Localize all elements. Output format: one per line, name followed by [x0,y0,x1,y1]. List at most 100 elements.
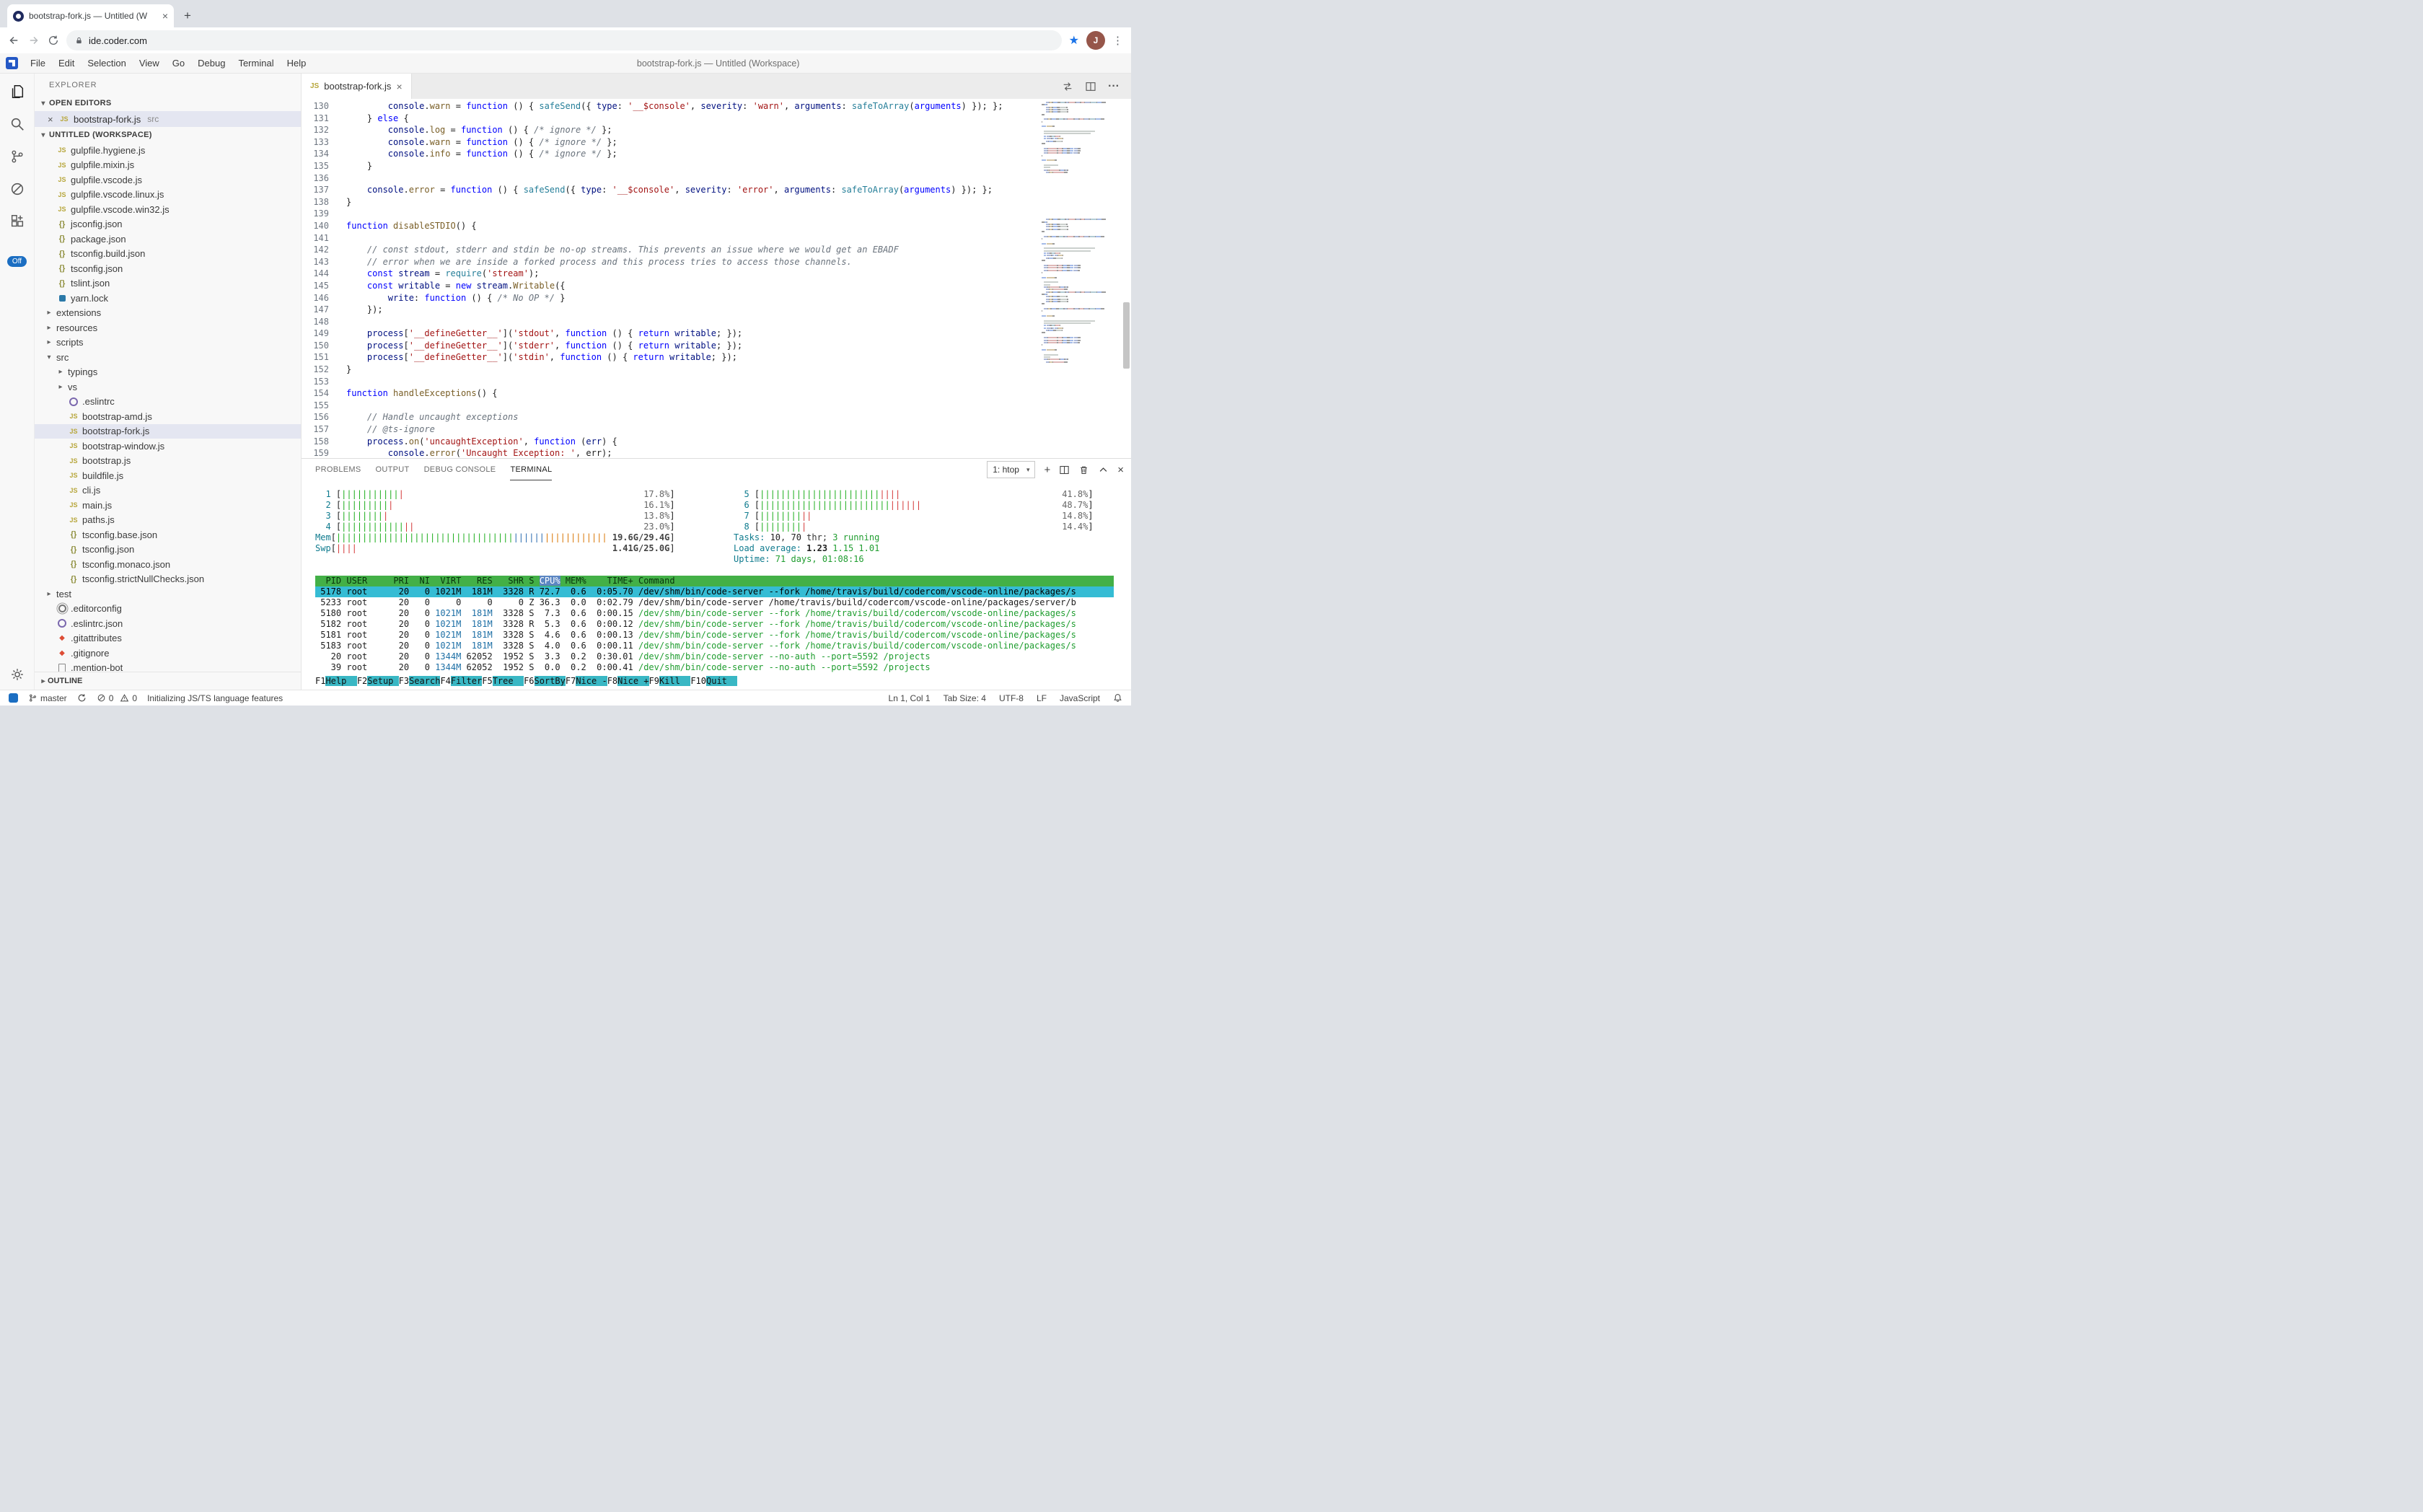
code-line[interactable]: 154function handleExceptions() { [302,387,1037,400]
lock-icon[interactable] [75,36,83,45]
tree-folder-scripts[interactable]: ▸scripts [35,335,301,351]
explorer-icon[interactable] [9,84,25,100]
tree-file-tsconfig.json[interactable]: {}tsconfig.json [35,261,301,276]
code-line[interactable]: 135 } [302,160,1037,172]
tree-file-bootstrap-amd.js[interactable]: JSbootstrap-amd.js [35,409,301,424]
code-line[interactable]: 148 [302,316,1037,328]
code-line[interactable]: 145 const writable = new stream.Writable… [302,280,1037,292]
remote-indicator-icon[interactable] [9,693,18,703]
tree-file-gulpfile.vscode.linux.js[interactable]: JSgulpfile.vscode.linux.js [35,188,301,203]
source-control-icon[interactable] [9,149,25,164]
tab-close-icon[interactable]: × [162,11,168,21]
code-line[interactable]: 138} [302,196,1037,208]
close-editor-icon[interactable]: × [48,114,55,125]
tree-folder-src[interactable]: ▾src [35,350,301,365]
menu-item-debug[interactable]: Debug [191,53,232,73]
menu-item-edit[interactable]: Edit [52,53,81,73]
tree-folder-test[interactable]: ▸test [35,586,301,602]
maximize-panel-icon[interactable] [1098,465,1109,475]
language-mode[interactable]: JavaScript [1060,693,1100,703]
code-line[interactable]: 157 // @ts-ignore [302,423,1037,436]
search-icon[interactable] [9,116,25,132]
code-line[interactable]: 142 // const stdout, stderr and stdin be… [302,244,1037,256]
menu-item-help[interactable]: Help [281,53,313,73]
code-line[interactable]: 133 console.warn = function () { /* igno… [302,136,1037,149]
tree-file-main.js[interactable]: JSmain.js [35,498,301,513]
editor-scrollbar[interactable] [1122,99,1131,458]
tree-file-.gitignore[interactable]: ◆.gitignore [35,646,301,661]
menu-item-file[interactable]: File [24,53,52,73]
terminal[interactable]: 1 [|||||||||||| 17.8%] 5 [||||||||||||||… [302,480,1131,690]
new-tab-button[interactable]: + [178,6,197,25]
open-editors-header[interactable]: ▾ OPEN EDITORS [35,95,301,111]
close-panel-icon[interactable]: × [1117,465,1124,475]
code-line[interactable]: 139 [302,208,1037,220]
code-line[interactable]: 147 }); [302,304,1037,316]
workspace-header[interactable]: ▾ UNTITLED (WORKSPACE) [35,127,301,143]
tree-file-tslint.json[interactable]: {}tslint.json [35,276,301,291]
reload-button[interactable] [48,35,59,46]
panel-tab-debug-console[interactable]: DEBUG CONSOLE [424,460,496,480]
tree-file-gulpfile.vscode.win32.js[interactable]: JSgulpfile.vscode.win32.js [35,202,301,217]
eol-setting[interactable]: LF [1037,693,1047,703]
code-line[interactable]: 137 console.error = function () { safeSe… [302,184,1037,196]
tree-file-.editorconfig[interactable]: .editorconfig [35,602,301,617]
settings-gear-icon[interactable] [9,667,25,682]
tree-file-gulpfile.vscode.js[interactable]: JSgulpfile.vscode.js [35,172,301,188]
menu-item-selection[interactable]: Selection [81,53,132,73]
back-button[interactable] [7,34,20,47]
split-terminal-icon[interactable] [1059,465,1070,475]
editor-tab-bootstrap-fork[interactable]: JS bootstrap-fork.js × [302,74,412,99]
menu-item-view[interactable]: View [133,53,166,73]
code-line[interactable]: 144 const stream = require('stream'); [302,268,1037,280]
tree-file-bootstrap-window.js[interactable]: JSbootstrap-window.js [35,439,301,454]
tree-folder-resources[interactable]: ▸resources [35,320,301,335]
code-line[interactable]: 152} [302,364,1037,376]
panel-tab-terminal[interactable]: TERMINAL [510,460,552,480]
tree-file-paths.js[interactable]: JSpaths.js [35,513,301,528]
outline-header[interactable]: ▸ OUTLINE [35,672,301,690]
code-line[interactable]: 155 [302,400,1037,412]
panel-tab-output[interactable]: OUTPUT [376,460,410,480]
tree-folder-vs[interactable]: ▸vs [35,379,301,395]
terminal-session-select[interactable]: 1: htop ▾ [987,461,1035,478]
close-tab-icon[interactable]: × [396,81,402,92]
code-line[interactable]: 141 [302,232,1037,245]
code-line[interactable]: 140function disableSTDIO() { [302,220,1037,232]
tree-file-.eslintrc.json[interactable]: .eslintrc.json [35,616,301,631]
minimap[interactable] [1042,102,1121,364]
code-line[interactable]: 150 process['__defineGetter__']('stderr'… [302,340,1037,352]
tree-file-bootstrap.js[interactable]: JSbootstrap.js [35,454,301,469]
encoding-setting[interactable]: UTF-8 [999,693,1024,703]
tree-file-yarn.lock[interactable]: yarn.lock [35,291,301,306]
tree-file-bootstrap-fork.js[interactable]: JSbootstrap-fork.js [35,424,301,439]
forward-button[interactable] [27,34,40,47]
debug-icon[interactable] [9,181,25,197]
code-line[interactable]: 130 console.warn = function () { safeSen… [302,100,1037,113]
code-line[interactable]: 134 console.info = function () { /* igno… [302,148,1037,160]
tree-file-gulpfile.mixin.js[interactable]: JSgulpfile.mixin.js [35,158,301,173]
tree-file-gulpfile.hygiene.js[interactable]: JSgulpfile.hygiene.js [35,143,301,158]
address-bar[interactable]: ide.coder.com [66,30,1062,50]
off-toggle-badge[interactable]: Off [7,256,27,267]
kill-terminal-trash-icon[interactable] [1078,465,1089,475]
browser-tab[interactable]: bootstrap-fork.js — Untitled (W × [7,4,174,27]
tree-file-tsconfig.monaco.json[interactable]: {}tsconfig.monaco.json [35,557,301,572]
code-line[interactable]: 158 process.on('uncaughtException', func… [302,436,1037,448]
code-line[interactable]: 156 // Handle uncaught exceptions [302,411,1037,423]
tree-file-tsconfig.base.json[interactable]: {}tsconfig.base.json [35,527,301,542]
code-line[interactable]: 132 console.log = function () { /* ignor… [302,124,1037,136]
tree-file-.gitattributes[interactable]: ◆.gitattributes [35,631,301,646]
code-line[interactable]: 151 process['__defineGetter__']('stdin',… [302,351,1037,364]
scrollbar-thumb[interactable] [1123,302,1130,369]
tree-file-package.json[interactable]: {}package.json [35,232,301,247]
git-branch-status[interactable]: master [28,693,67,703]
menu-item-terminal[interactable]: Terminal [232,53,280,73]
code-line[interactable]: 146 write: function () { /* No OP */ } [302,292,1037,304]
tree-file-tsconfig.strictNullChecks.json[interactable]: {}tsconfig.strictNullChecks.json [35,572,301,587]
extensions-icon[interactable] [9,214,25,229]
code-line[interactable]: 136 [302,172,1037,185]
tree-folder-extensions[interactable]: ▸extensions [35,306,301,321]
tree-file-.eslintrc[interactable]: .eslintrc [35,395,301,410]
tree-file-tsconfig.json[interactable]: {}tsconfig.json [35,542,301,558]
